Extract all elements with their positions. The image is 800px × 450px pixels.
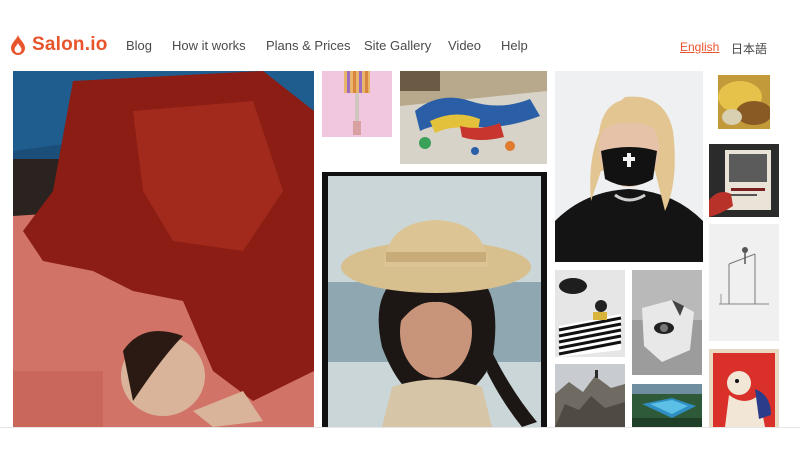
- photo-rocky-landscape: [555, 364, 625, 427]
- photo-torn-face: [632, 270, 702, 375]
- flame-drop-icon: [11, 35, 25, 55]
- photo-red-poster: [709, 349, 779, 427]
- nav-how-it-works[interactable]: How it works: [172, 38, 246, 53]
- brand-logo[interactable]: Salon.io: [10, 31, 108, 59]
- photo-ladder-sketch: [709, 224, 779, 341]
- photo-pool-landscape: [632, 384, 702, 427]
- language-english-link[interactable]: English: [680, 40, 719, 54]
- site-header: Salon.io Blog How it works Plans & Price…: [0, 0, 800, 70]
- gallery-tile-pool-landscape[interactable]: [632, 384, 702, 427]
- gallery-tile-woman-face-mask[interactable]: [555, 71, 703, 262]
- photo-paint-roller: [322, 71, 392, 137]
- nav-plans-prices[interactable]: Plans & Prices: [266, 38, 351, 53]
- gallery-tile-striped-table[interactable]: [555, 270, 625, 357]
- brand-name: Salon.io: [32, 34, 108, 55]
- page-divider: [0, 427, 800, 428]
- nav-video[interactable]: Video: [448, 38, 481, 53]
- gallery-tile-hand-book[interactable]: [709, 144, 779, 217]
- gallery-tile-painted-body[interactable]: [400, 71, 547, 164]
- photo-hand-book: [709, 144, 779, 217]
- photo-blurred-yellow: [718, 75, 770, 129]
- gallery-tile-blurred-yellow[interactable]: [718, 75, 770, 129]
- photo-man-red-sweater: [13, 71, 314, 427]
- nav-help[interactable]: Help: [501, 38, 528, 53]
- gallery-tile-paint-roller[interactable]: [322, 71, 392, 137]
- gallery-tile-torn-face[interactable]: [632, 270, 702, 375]
- gallery-tile-rocky-landscape[interactable]: [555, 364, 625, 427]
- photo-striped-table: [555, 270, 625, 357]
- gallery-tile-ladder-sketch[interactable]: [709, 224, 779, 341]
- nav-blog[interactable]: Blog: [126, 38, 152, 53]
- photo-woman-straw-hat: [322, 172, 547, 427]
- gallery-tile-woman-straw-hat[interactable]: [322, 172, 547, 427]
- language-japanese-link[interactable]: 日本語: [731, 40, 767, 57]
- gallery-tile-red-poster[interactable]: [709, 349, 779, 427]
- photo-painted-body: [400, 71, 547, 164]
- nav-site-gallery[interactable]: Site Gallery: [364, 38, 431, 53]
- gallery-tile-man-red-sweater[interactable]: [13, 71, 314, 427]
- photo-woman-face-mask: [555, 71, 703, 262]
